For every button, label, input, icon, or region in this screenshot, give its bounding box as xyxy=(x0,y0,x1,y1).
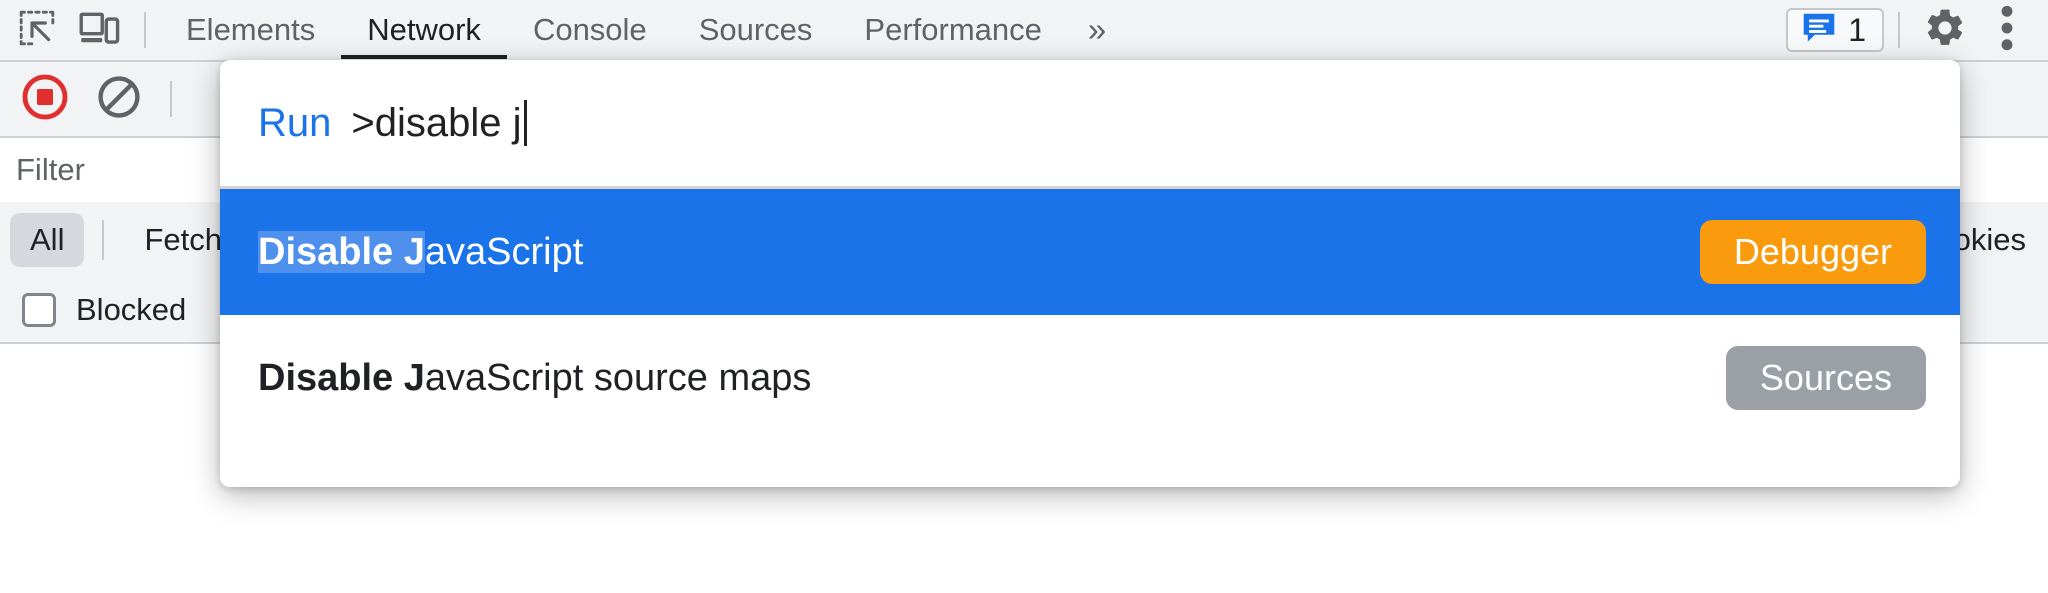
command-menu-item-disable-javascript-source-maps[interactable]: Disable JavaScript source maps Sources xyxy=(220,315,1960,441)
clear-network-log-icon xyxy=(96,74,142,125)
record-stop-icon xyxy=(21,73,69,126)
toolbar-right-divider xyxy=(1898,12,1900,48)
devtools-tab-bar: Elements Network Console Sources Perform… xyxy=(160,1,1122,59)
issues-message-icon xyxy=(1800,11,1838,50)
inspect-element-button[interactable] xyxy=(6,1,68,59)
command-item-title: Disable JavaScript xyxy=(258,231,584,273)
command-item-title: Disable JavaScript source maps xyxy=(258,359,811,397)
text-caret xyxy=(523,100,527,146)
devtools-main-toolbar: Elements Network Console Sources Perform… xyxy=(0,0,2048,62)
vertical-dots-icon xyxy=(2000,5,2014,56)
command-menu-item-disable-javascript[interactable]: Disable JavaScript Debugger xyxy=(220,189,1960,315)
record-network-log-button[interactable] xyxy=(8,63,82,135)
devtools-window: Elements Network Console Sources Perform… xyxy=(0,0,2048,593)
command-item-match: Disable J xyxy=(258,231,425,273)
command-item-rest: avaScript source maps xyxy=(424,357,812,399)
tab-sources[interactable]: Sources xyxy=(673,1,839,59)
command-menu-dialog: Run >disable j Disable JavaScript Debugg… xyxy=(220,60,1960,487)
tab-elements[interactable]: Elements xyxy=(160,1,341,59)
type-filter-divider xyxy=(102,220,105,260)
command-item-rest: avaScript xyxy=(424,231,584,273)
tab-performance[interactable]: Performance xyxy=(838,1,1067,59)
blocked-requests-label: Blocked xyxy=(76,292,187,327)
network-toolbar-divider xyxy=(170,81,172,117)
toolbar-right-actions: 1 xyxy=(1786,1,2048,59)
command-menu-prefix-label: Run xyxy=(258,101,332,145)
blocked-requests-checkbox[interactable] xyxy=(22,293,56,327)
command-menu-query-text: >disable j xyxy=(351,101,522,145)
command-menu-results: Disable JavaScript Debugger Disable Java… xyxy=(220,186,1960,487)
command-item-badge: Debugger xyxy=(1699,220,1926,284)
toggle-device-toolbar-button[interactable] xyxy=(68,1,130,59)
command-item-badge: Sources xyxy=(1725,346,1926,410)
clear-network-log-button[interactable] xyxy=(82,63,156,135)
inspect-element-icon xyxy=(17,8,57,53)
gear-icon xyxy=(1923,6,1967,55)
toolbar-divider xyxy=(144,12,146,48)
command-menu-footer-space xyxy=(220,441,1960,487)
more-options-button[interactable] xyxy=(1976,1,2038,59)
device-toolbar-icon xyxy=(78,8,120,53)
command-item-match: Disable J xyxy=(258,357,425,399)
type-filter-all[interactable]: All xyxy=(10,213,85,267)
tab-console[interactable]: Console xyxy=(507,1,673,59)
settings-button[interactable] xyxy=(1914,1,1976,59)
issues-count-label: 1 xyxy=(1848,12,1866,48)
tab-network[interactable]: Network xyxy=(341,1,507,59)
more-tabs-chevron-icon[interactable]: » xyxy=(1068,1,1122,59)
command-menu-input-row[interactable]: Run >disable j xyxy=(220,60,1960,186)
issues-counter-button[interactable]: 1 xyxy=(1786,8,1884,52)
